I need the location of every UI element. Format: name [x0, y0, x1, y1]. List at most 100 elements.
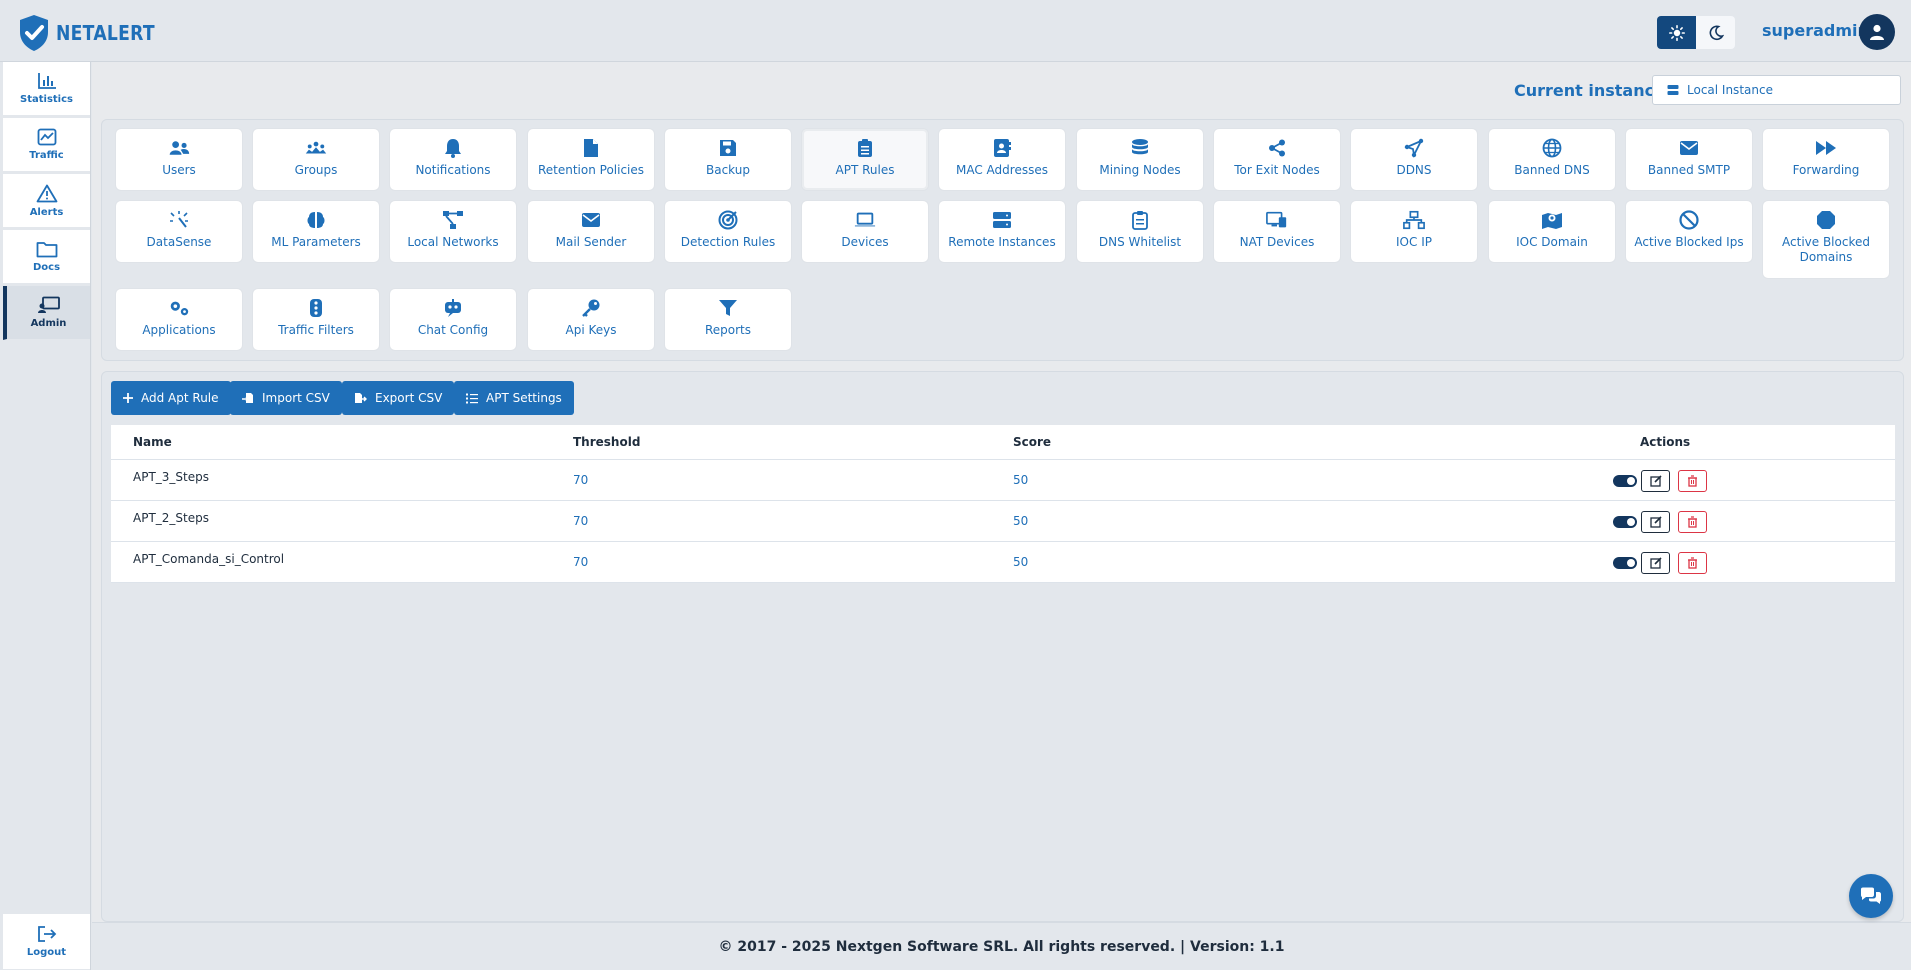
rule-enabled-toggle[interactable]: [1613, 475, 1637, 487]
tile-label: Forwarding: [1792, 163, 1860, 177]
tile-remote-instances[interactable]: Remote Instances: [938, 200, 1066, 263]
tile-label: Detection Rules: [680, 235, 776, 249]
tile-ioc-ip[interactable]: IOC IP: [1350, 200, 1478, 263]
laptop-icon: [854, 212, 876, 227]
tile-label: Mining Nodes: [1099, 163, 1181, 177]
tile-ddns[interactable]: DDNS: [1350, 128, 1478, 191]
rule-threshold: 70: [573, 555, 589, 569]
table-row: APT_2_Steps 70 50: [111, 501, 1895, 542]
moon-icon: [1709, 25, 1724, 40]
tile-detection-rules[interactable]: Detection Rules: [664, 200, 792, 263]
tile-label: Reports: [704, 323, 752, 337]
tile-retention-policies[interactable]: Retention Policies: [527, 128, 655, 191]
tile-mac-addresses[interactable]: MAC Addresses: [938, 128, 1066, 191]
tile-dns-whitelist[interactable]: DNS Whitelist: [1076, 200, 1204, 263]
admin-icon: [37, 296, 60, 313]
rule-score: 50: [1013, 473, 1029, 487]
octagon-icon: [1817, 211, 1835, 229]
tile-chat-config[interactable]: Chat Config: [389, 288, 517, 351]
tile-active-blocked-domains[interactable]: Active Blocked Domains: [1762, 200, 1890, 279]
chat-button[interactable]: [1849, 874, 1893, 918]
tile-active-blocked-ips[interactable]: Active Blocked Ips: [1625, 200, 1753, 263]
column-header-name[interactable]: Name: [133, 435, 172, 449]
tile-label: Local Networks: [407, 235, 499, 249]
delete-button[interactable]: [1678, 511, 1707, 533]
sidebar-item-alerts[interactable]: Alerts: [3, 174, 90, 228]
export-csv-button[interactable]: Export CSV: [342, 381, 455, 415]
tile-reports[interactable]: Reports: [664, 288, 792, 351]
tile-ioc-domain[interactable]: IOC Domain: [1488, 200, 1616, 263]
folder-icon: [36, 242, 57, 258]
tile-applications[interactable]: Applications: [115, 288, 243, 351]
tile-label: Banned SMTP: [1647, 163, 1731, 177]
edit-button[interactable]: [1641, 470, 1670, 492]
sun-icon: [1668, 24, 1685, 41]
rule-enabled-toggle[interactable]: [1613, 557, 1637, 569]
tile-local-networks[interactable]: Local Networks: [389, 200, 517, 263]
instance-select[interactable]: Local Instance: [1652, 75, 1901, 105]
sidebar-item-label: Traffic: [29, 150, 64, 161]
tile-datasense[interactable]: DataSense: [115, 200, 243, 263]
tile-label: Remote Instances: [948, 235, 1056, 249]
tile-label: Traffic Filters: [278, 323, 354, 337]
list-icon: [466, 393, 478, 403]
apt-settings-button[interactable]: APT Settings: [454, 381, 574, 415]
logout-label: Logout: [26, 947, 67, 958]
robot-icon: [445, 299, 461, 317]
edit-button[interactable]: [1641, 511, 1670, 533]
warning-icon: [36, 184, 57, 202]
theme-toggle[interactable]: [1657, 16, 1735, 49]
footer: © 2017 - 2025 Nextgen Software SRL. All …: [92, 922, 1911, 970]
column-header-score[interactable]: Score: [1013, 435, 1051, 449]
tile-backup[interactable]: Backup: [664, 128, 792, 191]
tile-tor-exit-nodes[interactable]: Tor Exit Nodes: [1213, 128, 1341, 191]
user-name[interactable]: superadmin: [1762, 21, 1869, 40]
tile-mining-nodes[interactable]: Mining Nodes: [1076, 128, 1204, 191]
sidebar-item-docs[interactable]: Docs: [3, 230, 90, 284]
tile-groups[interactable]: Groups: [252, 128, 380, 191]
tile-label: NAT Devices: [1239, 235, 1315, 249]
tile-users[interactable]: Users: [115, 128, 243, 191]
edit-icon: [1649, 557, 1662, 569]
tile-notifications[interactable]: Notifications: [389, 128, 517, 191]
tile-forwarding[interactable]: Forwarding: [1762, 128, 1890, 191]
add-apt-rule-button[interactable]: Add Apt Rule: [111, 381, 231, 415]
logout-button[interactable]: Logout: [3, 914, 90, 970]
location-arrow-icon: [1404, 138, 1424, 158]
add-apt-rule-label: Add Apt Rule: [141, 391, 219, 405]
file-import-icon: [242, 393, 253, 403]
dark-theme-button[interactable]: [1696, 16, 1735, 49]
tile-ml-parameters[interactable]: ML Parameters: [252, 200, 380, 263]
tile-devices[interactable]: Devices: [801, 200, 929, 263]
app-logo[interactable]: NETALERT: [18, 14, 171, 52]
edit-button[interactable]: [1641, 552, 1670, 574]
tile-label: Active Blocked Domains: [1782, 235, 1870, 264]
clipboard-check-icon: [1132, 211, 1148, 230]
save-icon: [720, 140, 736, 156]
coins-icon: [1132, 139, 1148, 155]
sidebar-item-traffic[interactable]: Traffic: [3, 118, 90, 172]
tile-mail-sender[interactable]: Mail Sender: [527, 200, 655, 263]
tile-nat-devices[interactable]: NAT Devices: [1213, 200, 1341, 263]
sidebar-item-statistics[interactable]: Statistics: [3, 62, 90, 116]
tile-label: Retention Policies: [537, 163, 645, 177]
tile-label: Groups: [294, 163, 338, 177]
tile-banned-smtp[interactable]: Banned SMTP: [1625, 128, 1753, 191]
bullseye-icon: [718, 210, 738, 230]
light-theme-button[interactable]: [1657, 16, 1696, 49]
import-csv-button[interactable]: Import CSV: [230, 381, 342, 415]
sidebar-item-admin[interactable]: Admin: [3, 286, 90, 340]
tile-traffic-filters[interactable]: Traffic Filters: [252, 288, 380, 351]
delete-button[interactable]: [1678, 470, 1707, 492]
envelope-icon: [582, 213, 600, 227]
tile-banned-dns[interactable]: Banned DNS: [1488, 128, 1616, 191]
tile-apt-rules[interactable]: APT Rules: [801, 128, 929, 191]
key-icon: [582, 299, 600, 317]
avatar[interactable]: [1859, 14, 1895, 50]
column-header-threshold[interactable]: Threshold: [573, 435, 640, 449]
tile-api-keys[interactable]: Api Keys: [527, 288, 655, 351]
server-icon: [1667, 85, 1679, 95]
rule-enabled-toggle[interactable]: [1613, 516, 1637, 528]
delete-button[interactable]: [1678, 552, 1707, 574]
tile-label: IOC IP: [1396, 235, 1432, 249]
